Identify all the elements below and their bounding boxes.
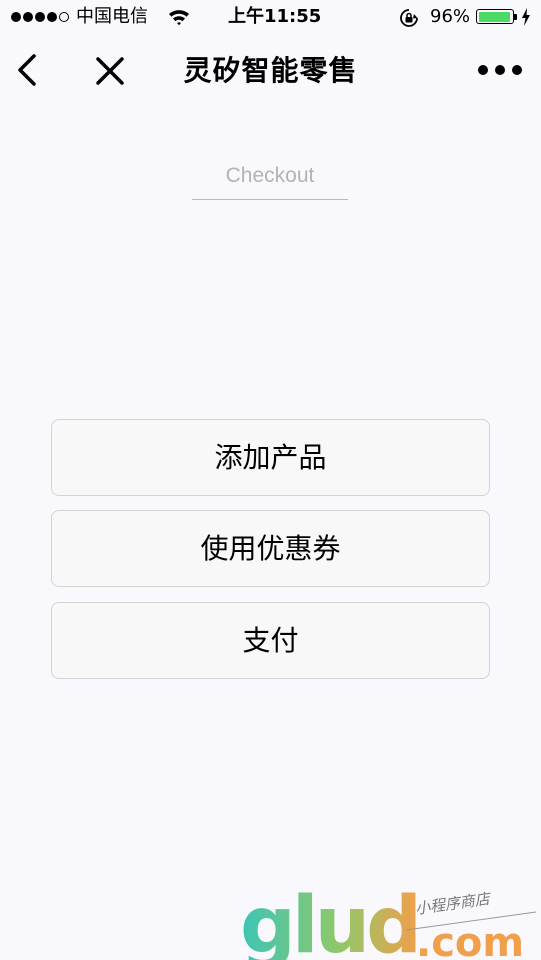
add-product-button[interactable]: 添加产品 [51, 419, 490, 496]
navigation-bar: 灵矽智能零售 [0, 36, 541, 106]
watermark-brand: glud [240, 881, 418, 960]
clock-time: 上午11:55 [228, 6, 322, 27]
charging-bolt-icon [521, 8, 531, 30]
page-title: 灵矽智能零售 [183, 54, 358, 87]
more-options-button[interactable] [478, 65, 522, 77]
battery-cap [514, 14, 517, 20]
pay-button[interactable]: 支付 [51, 602, 490, 679]
back-button[interactable] [12, 52, 44, 88]
wechat-miniprogram-screen: 中国电信 上午11:55 96% 灵矽智能零售 Checkout 添加产品 使用… [0, 0, 541, 960]
close-button[interactable] [93, 54, 127, 88]
use-coupon-button[interactable]: 使用优惠券 [51, 510, 490, 587]
close-icon [96, 57, 124, 85]
rotation-lock-icon [399, 8, 419, 32]
signal-strength-icon [11, 12, 69, 22]
status-bar: 中国电信 上午11:55 96% [0, 0, 541, 36]
carrier-name: 中国电信 [76, 6, 148, 27]
watermark-tagline: 小程序商店 [414, 889, 493, 918]
battery-percent: 96% [430, 6, 471, 27]
chevron-left-icon [18, 54, 36, 86]
more-dots-icon [478, 65, 488, 75]
wifi-icon [168, 8, 190, 30]
checkout-input[interactable] [192, 152, 348, 200]
battery-icon [476, 9, 514, 24]
watermark-logo: glud .com 小程序商店 [238, 880, 538, 960]
